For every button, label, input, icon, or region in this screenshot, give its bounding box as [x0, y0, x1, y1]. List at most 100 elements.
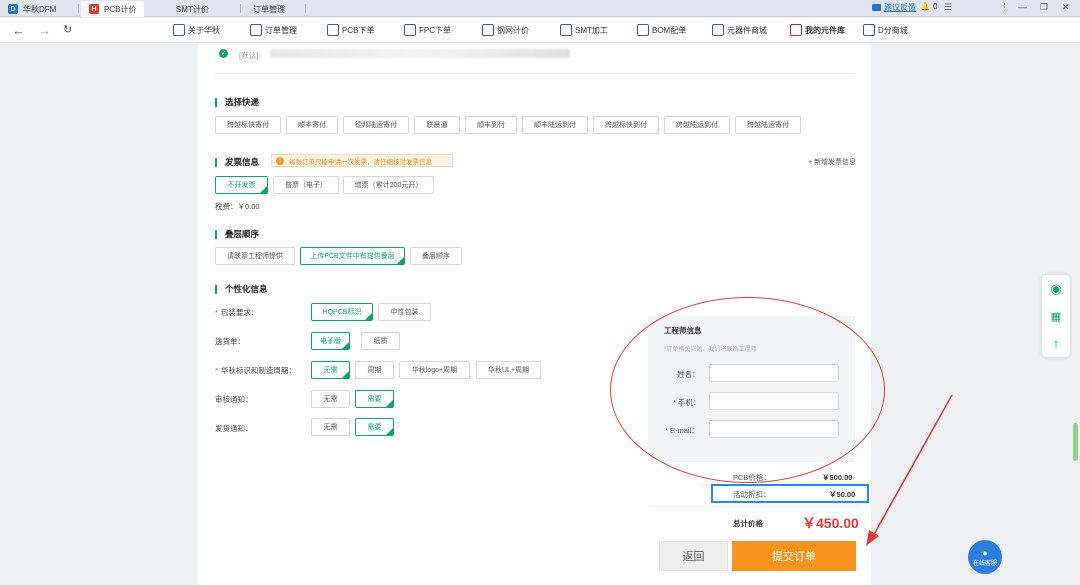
back-to-top-icon[interactable]: ↑ — [1046, 333, 1066, 353]
express-option[interactable]: 跨越陆运到付 — [664, 116, 730, 134]
nav-about[interactable]: 关于华秋 — [173, 22, 220, 38]
tab-orders[interactable]: 订单管理 — [253, 1, 285, 17]
service-icon[interactable]: ◉ — [1046, 279, 1066, 299]
invoice-option-vat[interactable]: 增票（累计200元开） — [343, 176, 434, 194]
site-nav-bar: ← → ↻ 关于华秋 订单管理 PCB下单 FPC下单 钢网计价 SMT加工 B… — [0, 18, 1080, 43]
store-icon — [712, 24, 724, 36]
pcb-price-label: PCB价格： — [733, 473, 771, 482]
address-default-tag: [默认] — [239, 51, 259, 60]
delivery-option-paper[interactable]: 纸质 — [361, 332, 400, 350]
dfm-icon: D — [8, 4, 18, 14]
close-icon[interactable]: ✕ — [1062, 2, 1070, 13]
packaging-option-neutral[interactable]: 中性包装 — [378, 303, 431, 321]
feedback-link[interactable]: 建议反馈 — [872, 2, 916, 13]
invoice-section-title: 发票信息 — [215, 156, 259, 168]
logo-option-none[interactable]: 无需 — [311, 361, 350, 379]
shipping-option-no[interactable]: 无需 — [311, 418, 350, 436]
express-option[interactable]: 跨越标快到付 — [593, 116, 659, 134]
back-arrow-icon[interactable]: ← — [12, 23, 25, 38]
check-circle-icon: ✓ — [219, 49, 228, 58]
online-service-button[interactable]: ● 在线客服 — [968, 540, 1002, 574]
express-option[interactable]: 顺丰陆运到付 — [522, 116, 588, 134]
stack-option[interactable]: 叠层顺序 — [410, 247, 462, 265]
qrcode-icon[interactable]: ▦ — [1046, 306, 1066, 326]
total-value: ￥450.00 — [802, 515, 859, 531]
nav-stencil[interactable]: 钢网计价 — [482, 22, 529, 38]
nav-mall[interactable]: 元器件商城 — [712, 22, 767, 38]
express-section-title: 选择快递 — [215, 96, 259, 108]
parts-icon — [790, 24, 802, 36]
refresh-icon[interactable]: ↻ — [63, 23, 72, 36]
packaging-label: * 包装要求： — [215, 308, 259, 317]
back-button[interactable]: 返回 — [659, 541, 728, 571]
logo-option-cycle[interactable]: 周期 — [355, 361, 394, 379]
nav-my-parts[interactable]: 我的元件库 — [790, 22, 845, 38]
invoice-option-electronic[interactable]: 普票（电子） — [273, 176, 339, 194]
nav-smt[interactable]: SMT加工 — [560, 22, 608, 38]
tab-dfm[interactable]: D 华秋DFM — [8, 1, 56, 17]
nav-d-mall[interactable]: D分商城 — [863, 22, 908, 38]
warning-icon: ! — [276, 156, 284, 165]
menu-icon[interactable]: ☰ — [944, 2, 952, 13]
nav-fpc[interactable]: FPC下单 — [404, 22, 451, 38]
nav-bom[interactable]: BOM配单 — [637, 22, 686, 38]
annotation-blue-box — [711, 484, 869, 503]
restore-icon[interactable]: ❐ — [1040, 2, 1048, 13]
invoice-option-none[interactable]: 不开发票 — [215, 176, 268, 194]
stack-section-title: 叠层顺序 — [215, 228, 259, 240]
nav-orders[interactable]: 订单管理 — [250, 22, 297, 38]
stack-option-upload[interactable]: 上传PCB文件中有提供叠层 — [300, 247, 405, 265]
fpc-icon — [404, 24, 416, 36]
order-icon — [250, 24, 262, 36]
personal-section-title: 个性化信息 — [215, 283, 268, 295]
review-option-yes[interactable]: 需要 — [355, 390, 394, 408]
review-option-no[interactable]: 无需 — [311, 390, 350, 408]
express-option[interactable]: 德邦陆运寄付 — [343, 116, 409, 134]
page-scrollbar[interactable] — [1072, 44, 1080, 585]
packaging-option-hqpcb[interactable]: HQPCB标识 — [311, 303, 373, 321]
express-option[interactable]: 跨越陆运寄付 — [735, 116, 801, 134]
shipping-notice-label: 发货通知： — [215, 424, 253, 433]
minimize-icon[interactable]: — — [1018, 2, 1027, 12]
nav-pcb[interactable]: PCB下单 — [327, 22, 374, 38]
forward-arrow-icon[interactable]: → — [38, 23, 51, 38]
browser-tab-bar: D 华秋DFM H PCB计价 SMT计价 订单管理 建议反馈 🔔 0 ☰ ⋮ … — [0, 0, 1080, 17]
express-option[interactable]: 联晨通 — [414, 116, 460, 134]
chat-icon: ● — [982, 547, 988, 558]
logo-option-logo-cycle[interactable]: 华秋logo+周期 — [399, 361, 470, 379]
annotation-red-arrow — [866, 394, 953, 546]
more-icon[interactable]: ⋮ — [1000, 2, 1009, 13]
express-option[interactable]: 顺丰寄付 — [286, 116, 338, 134]
express-option[interactable]: 顺丰到付 — [465, 116, 517, 134]
delivery-option-electronic[interactable]: 电子版 — [311, 332, 350, 350]
tab-pcb[interactable]: H PCB计价 — [81, 1, 145, 17]
delivery-note-label: 送货单： — [215, 337, 245, 346]
bell-icon: 🔔 — [920, 2, 930, 11]
bom-icon — [637, 24, 649, 36]
tab-smt[interactable]: SMT计价 — [176, 1, 209, 17]
shipping-option-yes[interactable]: 需要 — [355, 418, 394, 436]
stencil-icon — [482, 24, 494, 36]
divider — [215, 73, 855, 74]
add-invoice-link[interactable]: + 新增发票信息 — [808, 157, 856, 167]
review-notice-label: 审核通知： — [215, 395, 253, 404]
annotation-red-oval — [610, 297, 885, 483]
total-label: 总计价格 — [733, 519, 763, 528]
logo-cycle-label: * 华秋标识和制造周期： — [215, 366, 296, 375]
scroll-thumb[interactable] — [1073, 423, 1078, 461]
tax-amount: 税费：￥0.00 — [215, 202, 260, 211]
pcb-price-value: ￥500.00 — [822, 473, 853, 482]
smt-icon — [560, 24, 572, 36]
express-option[interactable]: 跨越标快寄付 — [215, 116, 281, 134]
stack-option[interactable]: 请联系工程师提供 — [215, 247, 295, 265]
huaqiu-icon: H — [89, 4, 99, 14]
feedback-icon — [872, 4, 881, 11]
invoice-notice: ! 每张订单只能申请一次发票，请仔细核对发票信息 — [271, 154, 453, 167]
submit-order-button[interactable]: 提交订单 — [732, 541, 856, 571]
notification-button[interactable]: 🔔 0 — [920, 2, 937, 11]
logo-option-ul-cycle[interactable]: 华秋UL+周期 — [476, 361, 541, 379]
address-blurred — [270, 49, 570, 58]
floating-toolbar: ◉ ▦ ↑ — [1042, 275, 1070, 357]
home-icon — [173, 24, 185, 36]
points-icon — [863, 24, 875, 36]
